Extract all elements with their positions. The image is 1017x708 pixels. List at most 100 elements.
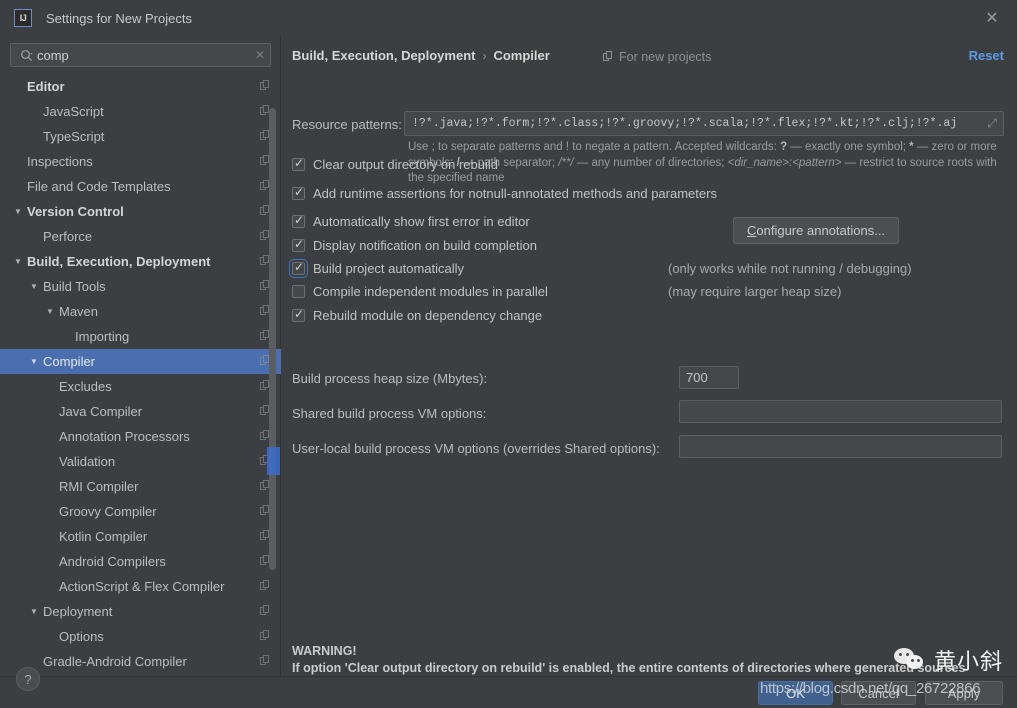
sidebar-item-excludes[interactable]: ▼Excludes	[0, 374, 281, 399]
for-new-projects-label: For new projects	[619, 50, 712, 64]
sidebar-item-label: Annotation Processors	[59, 429, 190, 444]
checkbox-label: Compile independent modules in parallel	[313, 284, 548, 299]
checkbox-row-build-project-automatically[interactable]: Build project automatically	[289, 259, 465, 278]
sidebar-item-typescript[interactable]: ▼TypeScript	[0, 124, 281, 149]
sidebar-item-label: Java Compiler	[59, 404, 143, 419]
checkbox-row-compile-independent-modules-in-parallel[interactable]: Compile independent modules in parallel	[292, 284, 548, 299]
sidebar-item-groovy-compiler[interactable]: ▼Groovy Compiler	[0, 499, 281, 524]
checkbox-indicator[interactable]	[292, 213, 305, 228]
settings-sidebar: ✕ ▼Editor▼JavaScript▼TypeScript▼Inspecti…	[0, 36, 281, 676]
sidebar-item-deployment[interactable]: ▼ Deployment	[0, 599, 281, 624]
sidebar-item-label: Version Control	[27, 204, 124, 219]
sidebar-item-label: Build, Execution, Deployment	[27, 254, 211, 269]
sidebar-scrollbar-thumb[interactable]	[269, 108, 276, 570]
checkbox-note: (may require larger heap size)	[668, 284, 842, 299]
copy-settings-icon[interactable]	[260, 630, 271, 642]
sidebar-item-inspections[interactable]: ▼Inspections	[0, 149, 281, 174]
checkbox-row-add-runtime-assertions-for-notnull-annotated-methods-and-parameters[interactable]: Add runtime assertions for notnull-annot…	[292, 185, 717, 201]
search-box[interactable]: ✕	[10, 43, 271, 67]
reset-link[interactable]: Reset	[969, 48, 1004, 63]
dialog-button-bar: ? OK Cancel Apply	[0, 667, 1017, 708]
sidebar-item-label: Build Tools	[43, 279, 106, 294]
ok-button[interactable]: OK	[758, 681, 833, 705]
checkbox-indicator[interactable]	[292, 285, 305, 298]
sidebar-item-javascript[interactable]: ▼JavaScript	[0, 99, 281, 124]
copy-settings-icon[interactable]	[260, 655, 271, 667]
sidebar-item-label: ActionScript & Flex Compiler	[59, 579, 225, 594]
sidebar-item-android-compilers[interactable]: ▼Android Compilers	[0, 549, 281, 574]
sidebar-item-label: TypeScript	[43, 129, 105, 144]
sidebar-item-build-tools[interactable]: ▼ Build Tools	[0, 274, 281, 299]
sidebar-scrollbar-highlight[interactable]	[267, 447, 280, 475]
copy-settings-icon[interactable]	[260, 80, 271, 92]
copy-settings-icon[interactable]	[260, 605, 271, 617]
sidebar-item-options[interactable]: ▼Options	[0, 624, 281, 649]
user-vm-input[interactable]	[679, 435, 1002, 458]
help-part-1: Use ; to separate patterns and ! to nega…	[408, 141, 781, 153]
sidebar-item-compiler[interactable]: ▼ Compiler	[0, 349, 281, 374]
resource-patterns-label: Resource patterns:	[292, 117, 402, 132]
chevron-down-icon[interactable]: ▼	[28, 282, 40, 291]
chevron-down-icon[interactable]: ▼	[12, 257, 24, 266]
help-button[interactable]: ?	[16, 667, 40, 691]
expand-icon[interactable]: ⤢	[981, 116, 1003, 131]
checkbox-indicator[interactable]	[292, 307, 305, 322]
sidebar-item-perforce[interactable]: ▼Perforce	[0, 224, 281, 249]
chevron-down-icon[interactable]: ▼	[12, 207, 24, 216]
checkbox-indicator[interactable]	[289, 259, 308, 278]
checkbox-row-clear-output-directory-on-rebuild[interactable]: Clear output directory on rebuild	[292, 156, 498, 172]
sidebar-item-editor[interactable]: ▼Editor	[0, 74, 281, 99]
resource-patterns-value[interactable]: !?*.java;!?*.form;!?*.class;!?*.groovy;!…	[405, 117, 981, 130]
checkbox-label: Build project automatically	[313, 261, 465, 276]
breadcrumb: Build, Execution, Deployment › Compiler	[292, 48, 550, 63]
shared-vm-input[interactable]	[679, 400, 1002, 423]
help-part-2: — exactly one symbol;	[787, 141, 910, 153]
configure-annotations-button[interactable]: Configure annotations...	[733, 217, 900, 244]
chevron-down-icon[interactable]: ▼	[28, 607, 40, 616]
resource-patterns-field[interactable]: !?*.java;!?*.form;!?*.class;!?*.groovy;!…	[404, 111, 1004, 136]
close-icon[interactable]: ✕	[975, 6, 1009, 30]
sidebar-item-label: Groovy Compiler	[59, 504, 157, 519]
checkbox-indicator[interactable]	[292, 237, 305, 252]
apply-button[interactable]: Apply	[925, 681, 1003, 705]
configure-annotations-label: onfigure annotations...	[756, 223, 886, 238]
sidebar-item-version-control[interactable]: ▼ Version Control	[0, 199, 281, 224]
sidebar-item-kotlin-compiler[interactable]: ▼Kotlin Compiler	[0, 524, 281, 549]
sidebar-item-maven[interactable]: ▼ Maven	[0, 299, 281, 324]
sidebar-item-label: Deployment	[43, 604, 113, 619]
breadcrumb-separator: ›	[482, 48, 487, 63]
breadcrumb-current: Compiler	[493, 48, 550, 63]
sidebar-item-java-compiler[interactable]: ▼Java Compiler	[0, 399, 281, 424]
checkbox-label: Automatically show first error in editor	[313, 214, 530, 229]
sidebar-item-label: Gradle-Android Compiler	[43, 654, 187, 669]
checkbox-label: Clear output directory on rebuild	[313, 157, 498, 172]
sidebar-item-importing[interactable]: ▼Importing	[0, 324, 281, 349]
checkbox-row-rebuild-module-on-dependency-change[interactable]: Rebuild module on dependency change	[292, 307, 542, 323]
sidebar-item-gradle-android-compiler[interactable]: ▼Gradle-Android Compiler	[0, 649, 281, 674]
search-input[interactable]	[37, 47, 250, 63]
heap-size-input[interactable]	[679, 366, 739, 389]
chevron-down-icon[interactable]: ▼	[28, 357, 40, 366]
warning-title: WARNING!	[292, 644, 357, 658]
breadcrumb-parent[interactable]: Build, Execution, Deployment	[292, 48, 475, 63]
checkbox-indicator[interactable]	[292, 156, 305, 171]
sidebar-item-actionscript-flex-compiler[interactable]: ▼ActionScript & Flex Compiler	[0, 574, 281, 599]
checkbox-row-display-notification-on-build-completion[interactable]: Display notification on build completion	[292, 237, 538, 253]
copy-settings-icon[interactable]	[260, 580, 271, 592]
sidebar-item-label: Excludes	[59, 379, 112, 394]
sidebar-item-build-execution-deployment[interactable]: ▼ Build, Execution, Deployment	[0, 249, 281, 274]
sidebar-item-label: Perforce	[43, 229, 93, 244]
checkbox-row-automatically-show-first-error-in-editor[interactable]: Automatically show first error in editor	[292, 213, 530, 229]
checkbox-label: Display notification on build completion	[313, 238, 538, 253]
help-wildcard-globstar: /**/	[558, 156, 574, 169]
sidebar-item-validation[interactable]: ▼Validation	[0, 449, 281, 474]
clear-search-icon[interactable]: ✕	[250, 48, 270, 62]
checkbox-indicator[interactable]	[292, 185, 305, 200]
chevron-down-icon[interactable]: ▼	[44, 307, 56, 316]
sidebar-item-rmi-compiler[interactable]: ▼RMI Compiler	[0, 474, 281, 499]
cancel-button[interactable]: Cancel	[841, 681, 916, 705]
sidebar-item-file-and-code-templates[interactable]: ▼File and Code Templates	[0, 174, 281, 199]
warning-line-1: If option 'Clear output directory on reb…	[292, 660, 966, 675]
sidebar-item-annotation-processors[interactable]: ▼Annotation Processors	[0, 424, 281, 449]
sidebar-item-label: Maven	[59, 304, 99, 319]
